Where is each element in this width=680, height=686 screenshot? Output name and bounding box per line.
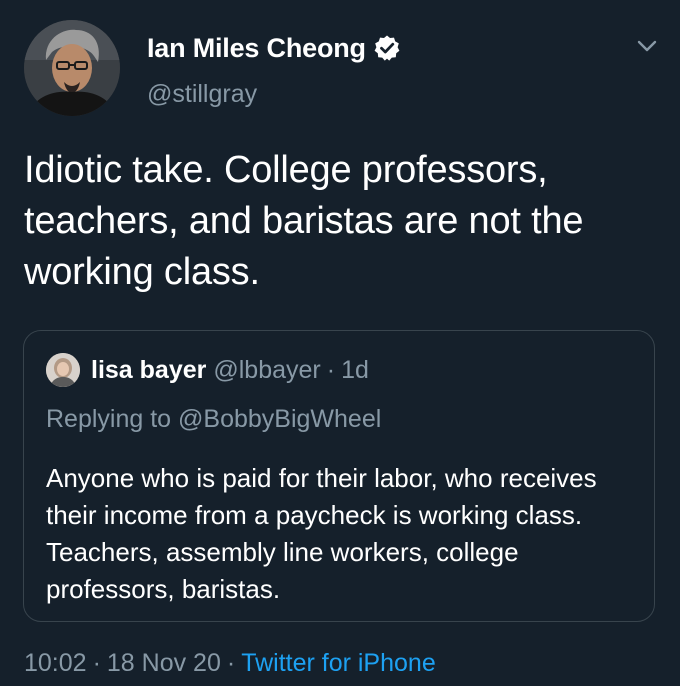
quoted-profile-photo-icon (46, 353, 80, 387)
tweet-card: Ian Miles Cheong @stillgray Idiotic take… (0, 0, 680, 686)
profile-photo-icon (24, 20, 120, 116)
author-name-row[interactable]: Ian Miles Cheong (147, 31, 401, 65)
tweet-text: Idiotic take. College professors, teache… (24, 149, 584, 293)
tweet-meta: 10:02 · 18 Nov 20 · Twitter for iPhone (24, 649, 436, 678)
quoted-tweet-header: lisa bayer @lbbayer · 1d (46, 353, 369, 387)
tweet-time[interactable]: 10:02 (24, 649, 87, 677)
quoted-author-avatar (46, 353, 80, 387)
quoted-author-handle: @lbbayer (213, 355, 321, 384)
quoted-author-name: lisa bayer (91, 355, 207, 384)
quoted-time: 1d (341, 355, 369, 384)
quoted-tweet-text: Anyone who is paid for their labor, who … (46, 463, 597, 604)
chevron-down-icon[interactable] (633, 35, 661, 57)
replying-to: Replying to @BobbyBigWheel (46, 405, 382, 433)
tweet-date[interactable]: 18 Nov 20 (107, 649, 221, 677)
author-avatar[interactable] (24, 20, 120, 116)
author-handle[interactable]: @stillgray (147, 80, 257, 109)
verified-badge-icon (373, 34, 401, 62)
tweet-source-link[interactable]: Twitter for iPhone (241, 649, 436, 677)
author-name[interactable]: Ian Miles Cheong (147, 33, 366, 64)
meta-separator: · (226, 649, 236, 677)
quoted-separator: · (326, 355, 336, 384)
meta-separator: · (92, 649, 101, 677)
quoted-tweet[interactable]: lisa bayer @lbbayer · 1d Replying to @Bo… (23, 330, 655, 622)
